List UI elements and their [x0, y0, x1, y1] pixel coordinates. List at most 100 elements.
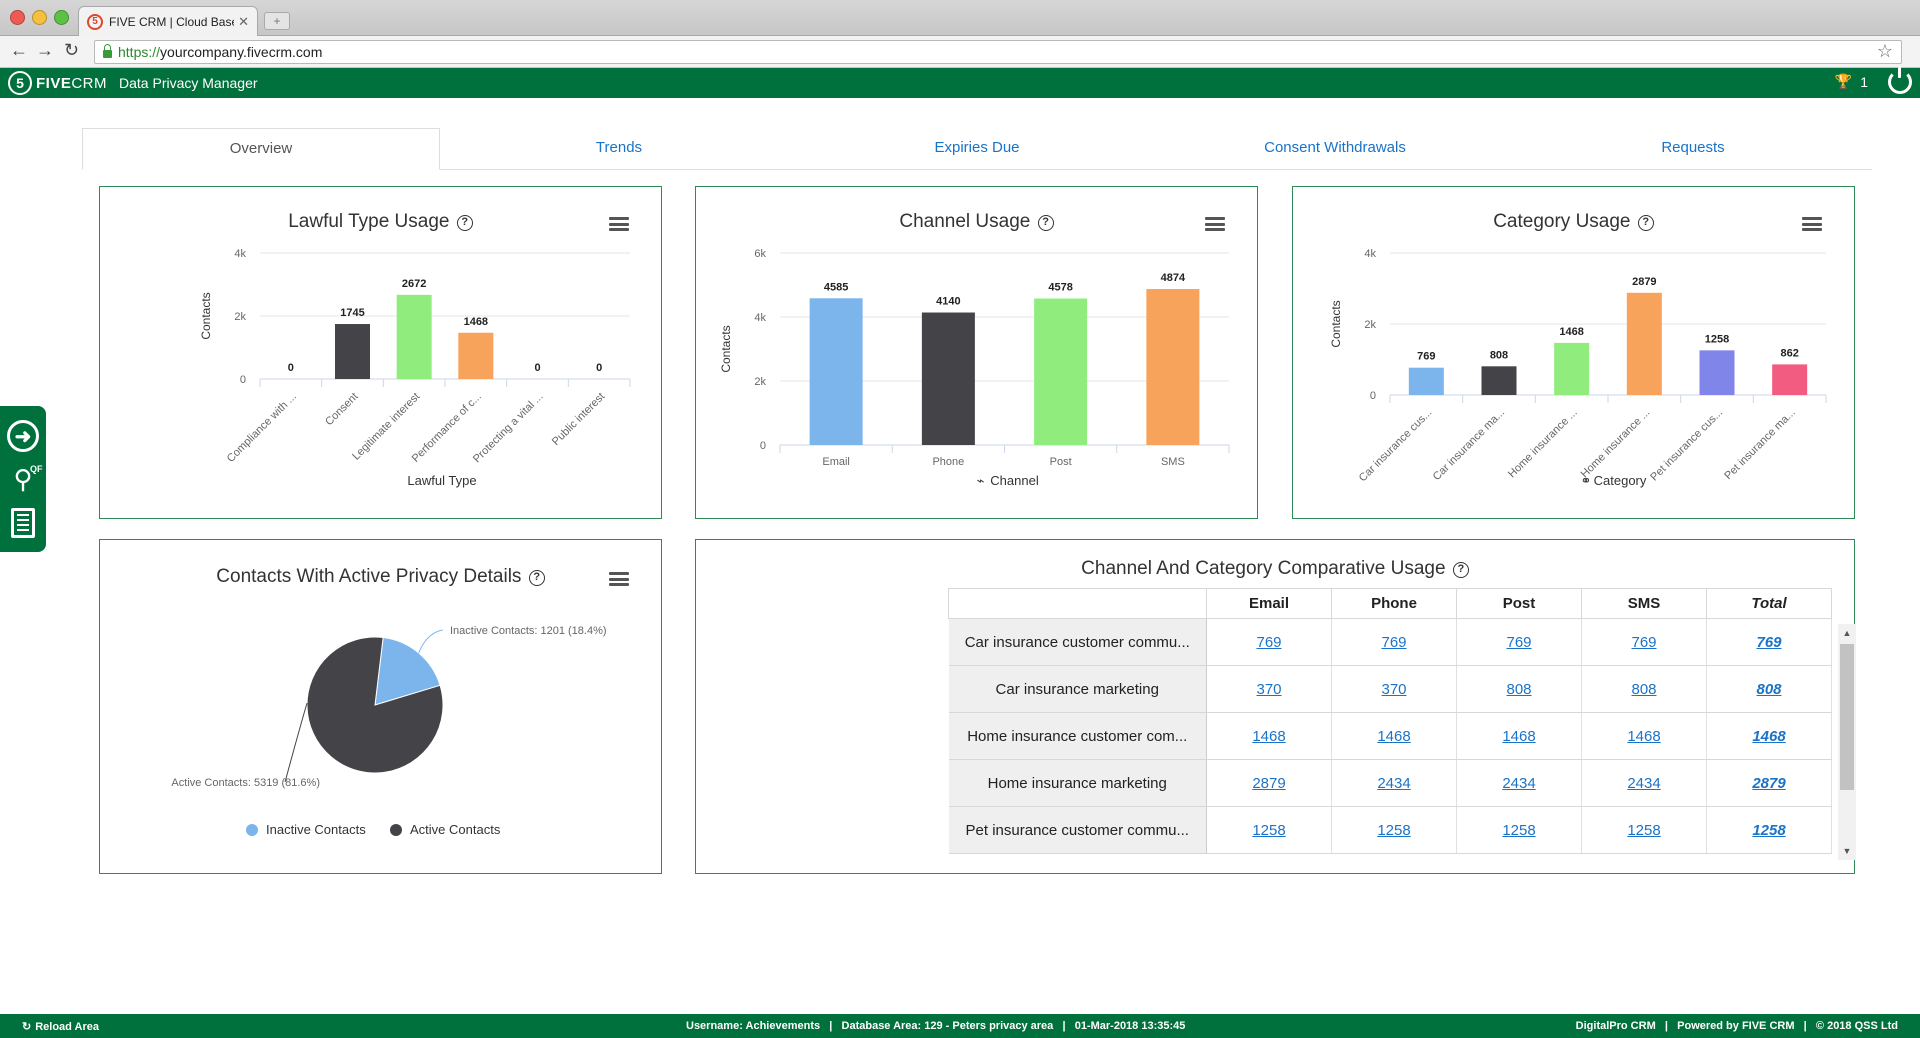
table-cell-link[interactable]: 769 — [1631, 634, 1656, 651]
logo-text: FIVECRM — [36, 74, 108, 92]
arrow-right-circle-icon[interactable]: ➜ — [7, 420, 39, 453]
table-cell-link[interactable]: 769 — [1256, 634, 1281, 651]
legend-marker — [246, 824, 258, 836]
table-cell-link[interactable]: 1468 — [1252, 728, 1285, 745]
tab-trends[interactable]: Trends — [440, 128, 798, 169]
y-axis-title: Contacts — [199, 292, 213, 339]
table-header-row: Email Phone Post SMS Total — [948, 588, 1832, 619]
scroll-up-icon[interactable]: ▲ — [1838, 626, 1856, 640]
table-header-sms[interactable]: SMS — [1581, 588, 1707, 619]
y-tick-label: 4k — [1364, 248, 1376, 260]
help-icon[interactable]: ? — [1452, 562, 1469, 578]
table-cell-link[interactable]: 1258 — [1627, 822, 1660, 839]
table-cell-link[interactable]: 769 — [1381, 634, 1406, 651]
table-cell-link[interactable]: 370 — [1381, 681, 1406, 698]
browser-tab[interactable]: 5 FIVE CRM | Cloud Based Sa ✕ — [78, 6, 258, 36]
table-cell-link[interactable]: 1258 — [1502, 822, 1535, 839]
forward-arrow-icon[interactable]: → — [36, 40, 54, 61]
table-cell-link[interactable]: 370 — [1256, 681, 1281, 698]
table-header-email[interactable]: Email — [1206, 588, 1332, 619]
table-cell-link[interactable]: 1258 — [1252, 822, 1285, 839]
bar-value-label: 4585 — [824, 281, 848, 293]
table-cell-link[interactable]: 1468 — [1377, 728, 1410, 745]
url-input[interactable]: https:// yourcompany.fivecrm.com ☆ — [94, 40, 1902, 64]
comparative-table-wrap: Email Phone Post SMS Total Car insurance… — [948, 588, 1838, 908]
table-cell-link[interactable]: 769 — [1756, 634, 1781, 651]
table-cell-link[interactable]: 2434 — [1627, 775, 1660, 792]
table-cell-link[interactable]: 2434 — [1377, 775, 1410, 792]
table-header-blank — [948, 588, 1207, 619]
table-scrollbar[interactable]: ▲ ▼ — [1838, 624, 1856, 860]
table-cell: 769 — [1331, 618, 1457, 666]
fivecrm-logo[interactable]: 5 FIVECRM — [8, 71, 107, 95]
bar-value-label: 769 — [1417, 351, 1435, 363]
table-cell-link[interactable]: 2879 — [1252, 775, 1285, 792]
x-tick-label: Home insurance ... — [1579, 407, 1653, 481]
table-cell-link[interactable]: 2879 — [1752, 775, 1785, 792]
table-cell: 2434 — [1581, 759, 1707, 807]
status-footer: ↻ Reload Area Username: Achievements | Da… — [0, 1014, 1920, 1038]
table-row: Car insurance customer commu... 769 769 769… — [948, 618, 1832, 666]
table-header-phone[interactable]: Phone — [1331, 588, 1457, 619]
legend-marker — [390, 824, 402, 836]
comparative-usage-title: Channel And Category Comparative Usage ? — [696, 558, 1854, 580]
logo-five-icon: 5 — [8, 71, 32, 95]
bar — [1034, 298, 1088, 445]
notes-document-icon[interactable] — [11, 507, 35, 538]
quick-find-search-icon[interactable]: ⚲ QF — [13, 464, 42, 495]
comparative-usage-panel: Channel And Category Comparative Usage ?… — [695, 539, 1856, 874]
table-cell: 769 — [1706, 618, 1832, 666]
table-cell-link[interactable]: 1468 — [1752, 728, 1785, 745]
window-zoom-button[interactable] — [54, 10, 69, 25]
reload-icon[interactable]: ↻ — [64, 40, 79, 61]
tab-expiries-due[interactable]: Expiries Due — [798, 128, 1156, 169]
tab-overview[interactable]: Overview — [82, 128, 440, 170]
table-cell-link[interactable]: 1258 — [1377, 822, 1410, 839]
trophy-count: 1 — [1860, 73, 1868, 90]
new-tab-button[interactable]: + — [264, 12, 290, 30]
table-cell: 1258 — [1331, 806, 1457, 854]
lawful-type-usage-chart: 0 2k 4k Contacts 0 Compliance with ... 1745 Con… — [199, 248, 631, 488]
table-cell-link[interactable]: 2434 — [1502, 775, 1535, 792]
table-cell: 370 — [1206, 665, 1332, 713]
tab-requests[interactable]: Requests — [1514, 128, 1872, 169]
bar-value-label: 1468 — [464, 316, 488, 328]
y-tick-label: 6k — [754, 248, 766, 260]
achievements-button[interactable]: 🏆 1 — [1835, 73, 1868, 90]
x-tick-label: Legitimate interest — [350, 391, 422, 463]
close-tab-icon[interactable]: ✕ — [238, 14, 249, 30]
table-cell-link[interactable]: 1258 — [1752, 822, 1785, 839]
bookmark-star-icon[interactable]: ☆ — [1877, 41, 1893, 62]
table-cell: 808 — [1581, 665, 1707, 713]
reload-area-button[interactable]: ↻ Reload Area — [22, 1020, 99, 1034]
window-minimize-button[interactable] — [32, 10, 47, 25]
lawful-type-usage-panel: Lawful Type Usage ? 0 2k 4k Contacts 0 Compli… — [99, 186, 662, 519]
table-cell: 808 — [1706, 665, 1832, 713]
scrollbar-thumb[interactable] — [1840, 644, 1854, 790]
table-header-post[interactable]: Post — [1456, 588, 1582, 619]
table-cell-link[interactable]: 1468 — [1627, 728, 1660, 745]
table-cell: 769 — [1206, 618, 1332, 666]
table-cell-link[interactable]: 1468 — [1502, 728, 1535, 745]
bar — [1772, 364, 1808, 395]
table-header-total[interactable]: Total — [1706, 588, 1832, 619]
browser-tabstrip: 5 FIVE CRM | Cloud Based Sa ✕ + — [0, 0, 1920, 36]
y-tick-label: 4k — [234, 248, 246, 260]
table-cell-link[interactable]: 808 — [1506, 681, 1531, 698]
x-tick-label: Car insurance ma... — [1431, 407, 1507, 483]
scroll-down-icon[interactable]: ▼ — [1838, 844, 1856, 858]
table-row: Car insurance marketing 370 370 808 808 808 — [948, 665, 1832, 713]
back-arrow-icon[interactable]: ← — [10, 40, 28, 61]
table-cell-link[interactable]: 808 — [1756, 681, 1781, 698]
quick-actions-panel: ➜ ⚲ QF — [0, 406, 46, 552]
table-cell: 1468 — [1706, 712, 1832, 760]
y-axis-title: Contacts — [719, 325, 733, 372]
table-cell-link[interactable]: 769 — [1506, 634, 1531, 651]
comparative-table: Email Phone Post SMS Total Car insurance… — [948, 588, 1832, 854]
window-close-button[interactable] — [10, 10, 25, 25]
y-tick-label: 0 — [760, 440, 766, 452]
tab-consent-withdrawals[interactable]: Consent Withdrawals — [1156, 128, 1514, 169]
bar-value-label: 0 — [288, 362, 294, 374]
table-cell-link[interactable]: 808 — [1631, 681, 1656, 698]
power-icon[interactable] — [1888, 67, 1912, 94]
